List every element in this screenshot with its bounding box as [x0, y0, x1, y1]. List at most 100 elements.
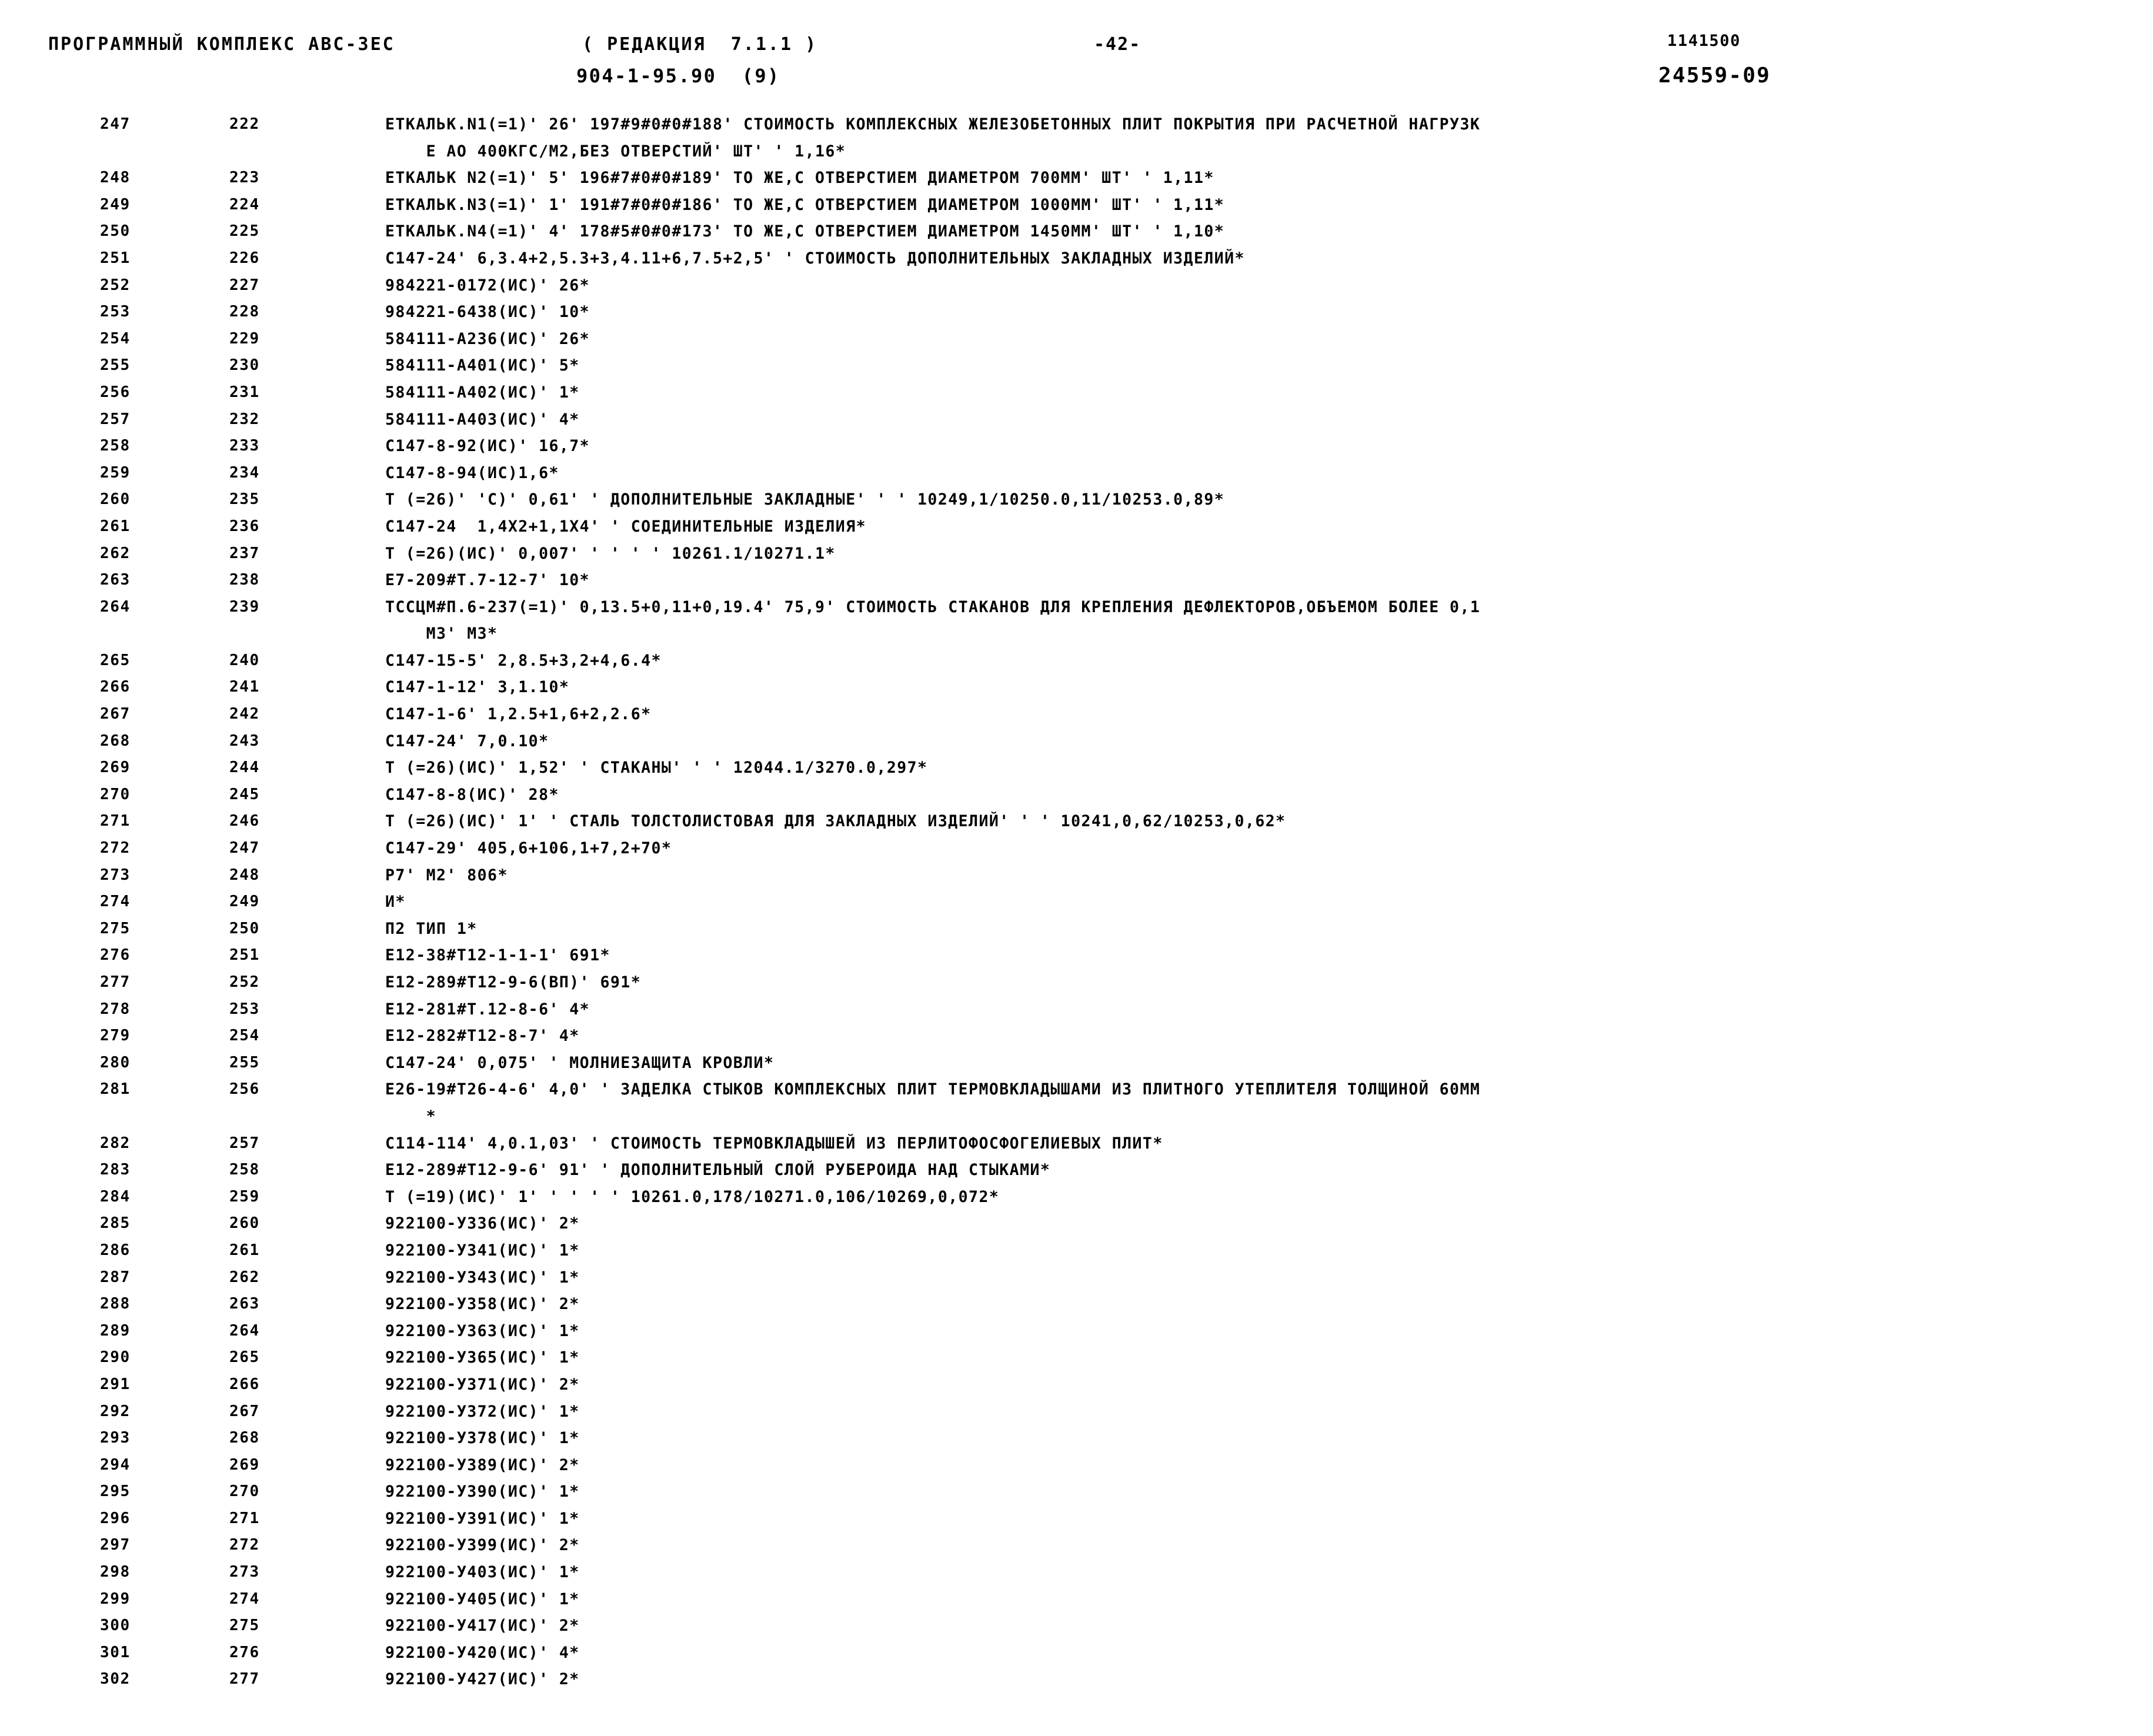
- row-seq-number: 265: [100, 651, 131, 669]
- row-text: 922100-У365(ИС)' 1*: [385, 1348, 580, 1367]
- row-text: С147-24' 7,0.10*: [385, 732, 549, 750]
- row-text: Т (=19)(ИС)' 1' ' ' ' ' 10261.0,178/1027…: [385, 1187, 1000, 1206]
- row-item-number: 274: [229, 1590, 260, 1608]
- listing-row: 271 246 Т (=26)(ИС)' 1' ' СТАЛЬ ТОЛСТОЛИСТ…: [0, 812, 2153, 839]
- row-seq-number: 289: [100, 1321, 131, 1340]
- row-item-number: 273: [229, 1563, 260, 1581]
- program-title: ПРОГРАММНЫЙ КОМПЛЕКС АВС-3ЕС: [48, 34, 395, 55]
- listing-row: 264 239 ТССЦМ#П.6-237(=1)' 0,13.5+0,11+0,1…: [0, 598, 2153, 625]
- row-seq-number: 296: [100, 1509, 131, 1527]
- listing-row: 272 247 С147-29' 405,6+106,1+7,2+70*: [0, 839, 2153, 866]
- row-item-number: 264: [229, 1321, 260, 1340]
- row-seq-number: 300: [100, 1617, 131, 1635]
- listing-row: 270 245 С147-8-8(ИС)' 28*: [0, 786, 2153, 813]
- row-text: 922100-У420(ИС)' 4*: [385, 1643, 580, 1662]
- row-seq-number: 295: [100, 1483, 131, 1501]
- row-item-number: 234: [229, 463, 260, 482]
- row-item-number: 268: [229, 1429, 260, 1447]
- row-item-number: 277: [229, 1670, 260, 1688]
- row-item-number: 265: [229, 1348, 260, 1367]
- row-item-number: 229: [229, 329, 260, 348]
- row-item-number: 251: [229, 946, 260, 964]
- row-text: 584111-А236(ИС)' 26*: [385, 329, 590, 348]
- row-seq-number: 250: [100, 222, 131, 241]
- listing-row: 277 252 Е12-289#Т12-9-6(ВП)' 691*: [0, 973, 2153, 1000]
- row-seq-number: 260: [100, 490, 131, 509]
- row-text: 922100-У363(ИС)' 1*: [385, 1321, 580, 1340]
- row-text: 984221-0172(ИС)' 26*: [385, 276, 590, 295]
- row-seq-number: 253: [100, 303, 131, 321]
- row-text: Е12-282#Т12-8-7' 4*: [385, 1027, 580, 1046]
- row-text: 922100-У341(ИС)' 1*: [385, 1241, 580, 1260]
- row-seq-number: 297: [100, 1536, 131, 1554]
- row-item-number: 231: [229, 383, 260, 401]
- row-item-number: 270: [229, 1483, 260, 1501]
- row-item-number: 244: [229, 759, 260, 777]
- listing-row: 281 256 Е26-19#Т26-4-6' 4,0' ' ЗАДЕЛКА СТЫ…: [0, 1080, 2153, 1107]
- listing-row: 260 235 Т (=26)' 'С)' 0,61' ' ДОПОЛНИТЕЛЬН…: [0, 490, 2153, 518]
- document-code-top: 1141500: [1667, 32, 1741, 50]
- row-text: 922100-У427(ИС)' 2*: [385, 1670, 580, 1689]
- listing-row: 253 228 984221-6438(ИС)' 10*: [0, 303, 2153, 330]
- listing-row: 266 241 С147-1-12' 3,1.10*: [0, 678, 2153, 705]
- listing-row: 289 264 922100-У363(ИС)' 1*: [0, 1322, 2153, 1349]
- row-item-number: 225: [229, 222, 260, 241]
- row-item-number: 262: [229, 1268, 260, 1286]
- row-seq-number: 274: [100, 893, 131, 911]
- row-text: 922100-У336(ИС)' 2*: [385, 1214, 580, 1233]
- row-seq-number: 302: [100, 1670, 131, 1688]
- row-text: С147-8-92(ИС)' 16,7*: [385, 437, 590, 456]
- listing-row: 269 244 Т (=26)(ИС)' 1,52' ' СТАКАНЫ' ' ' …: [0, 759, 2153, 786]
- row-item-number: 227: [229, 276, 260, 294]
- listing-row: 262 237 Т (=26)(ИС)' 0,007' ' ' ' ' 10261.…: [0, 545, 2153, 572]
- listing-table: 247 222 ЕТКАЛЬК.N1(=1)' 26' 197#9#0#0#188'…: [0, 115, 2153, 1697]
- row-text: Е12-289#Т12-9-6(ВП)' 691*: [385, 973, 642, 991]
- listing-row: 255 230 584111-А401(ИС)' 5*: [0, 356, 2153, 383]
- listing-row: *: [0, 1107, 2153, 1134]
- row-text: С147-8-94(ИС)1,6*: [385, 463, 559, 482]
- listing-row: 257 232 584111-А403(ИС)' 4*: [0, 410, 2153, 438]
- row-item-number: 222: [229, 115, 260, 133]
- row-text: 922100-У371(ИС)' 2*: [385, 1375, 580, 1394]
- row-item-number: 256: [229, 1080, 260, 1099]
- listing-row: 249 224 ЕТКАЛЬК.N3(=1)' 1' 191#7#0#0#186' …: [0, 196, 2153, 223]
- row-text: 922100-У399(ИС)' 2*: [385, 1536, 580, 1555]
- row-item-number: 261: [229, 1241, 260, 1259]
- row-text: 922100-У358(ИС)' 2*: [385, 1295, 580, 1314]
- row-item-number: 249: [229, 893, 260, 911]
- row-item-number: 245: [229, 785, 260, 803]
- row-item-number: 255: [229, 1053, 260, 1071]
- listing-row: 292 267 922100-У372(ИС)' 1*: [0, 1403, 2153, 1430]
- row-seq-number: 286: [100, 1241, 131, 1259]
- row-text: 922100-У343(ИС)' 1*: [385, 1268, 580, 1287]
- row-seq-number: 271: [100, 812, 131, 830]
- row-seq-number: 291: [100, 1375, 131, 1393]
- row-item-number: 259: [229, 1187, 260, 1206]
- row-seq-number: 258: [100, 437, 131, 455]
- row-text: Е12-38#Т12-1-1-1' 691*: [385, 946, 610, 965]
- row-text: Е12-281#Т.12-8-6' 4*: [385, 1000, 590, 1019]
- row-seq-number: 288: [100, 1295, 131, 1313]
- row-text: ТССЦМ#П.6-237(=1)' 0,13.5+0,11+0,19.4' 7…: [385, 597, 1481, 616]
- listing-row: 283 258 Е12-289#Т12-9-6' 91' ' ДОПОЛНИТЕЛЬ…: [0, 1161, 2153, 1188]
- listing-row: 259 234 С147-8-94(ИС)1,6*: [0, 464, 2153, 491]
- row-text: Т (=26)(ИС)' 0,007' ' ' ' ' 10261.1/1027…: [385, 544, 836, 563]
- row-item-number: 226: [229, 249, 260, 267]
- listing-row: 250 225 ЕТКАЛЬК.N4(=1)' 4' 178#5#0#0#173' …: [0, 222, 2153, 249]
- row-seq-number: 287: [100, 1268, 131, 1286]
- listing-row: 286 261 922100-У341(ИС)' 1*: [0, 1241, 2153, 1268]
- row-text: С147-1-6' 1,2.5+1,6+2,2.6*: [385, 705, 652, 724]
- row-text: Т (=26)(ИС)' 1,52' ' СТАКАНЫ' ' ' 12044.…: [385, 759, 928, 777]
- row-text: И*: [385, 893, 406, 912]
- listing-row: 276 251 Е12-38#Т12-1-1-1' 691*: [0, 946, 2153, 973]
- row-seq-number: 294: [100, 1455, 131, 1474]
- listing-row: 274 249 И*: [0, 893, 2153, 920]
- row-item-number: 237: [229, 544, 260, 562]
- row-text: П2 ТИП 1*: [385, 919, 478, 938]
- row-seq-number: 251: [100, 249, 131, 267]
- row-item-number: 266: [229, 1375, 260, 1393]
- listing-row: 256 231 584111-А402(ИС)' 1*: [0, 383, 2153, 410]
- row-seq-number: 248: [100, 169, 131, 187]
- row-text: Е7-209#Т.7-12-7' 10*: [385, 571, 590, 590]
- row-text-continuation: М3' М3*: [385, 625, 498, 643]
